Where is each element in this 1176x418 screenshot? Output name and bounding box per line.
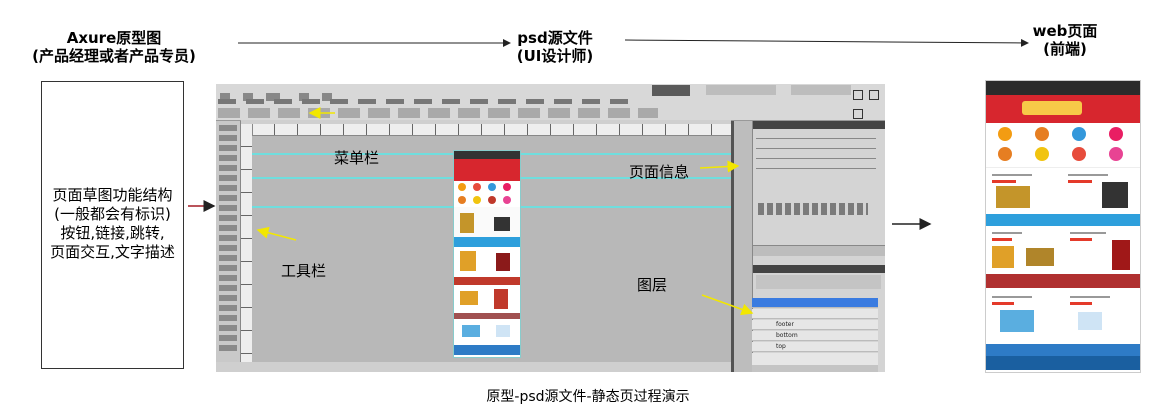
pointer-arrow-toolbar	[256, 226, 297, 241]
web-promo-bar[interactable]	[986, 214, 1140, 226]
web-page-preview	[985, 80, 1141, 373]
web-category-icons[interactable]	[986, 123, 1140, 167]
pointer-arrow-info	[699, 160, 740, 173]
web-product-row[interactable]	[986, 288, 1140, 344]
web-header-bar	[986, 81, 1140, 95]
footer-caption: 原型-psd源文件-静态页过程演示	[486, 389, 690, 405]
web-banner	[986, 95, 1140, 123]
web-product-row[interactable]	[986, 167, 1140, 214]
web-footer	[986, 356, 1140, 370]
web-product-row[interactable]	[986, 226, 1140, 274]
pointer-arrow-layers	[701, 294, 754, 316]
web-footer-bar[interactable]	[986, 344, 1140, 356]
web-section-banner[interactable]	[986, 274, 1140, 288]
